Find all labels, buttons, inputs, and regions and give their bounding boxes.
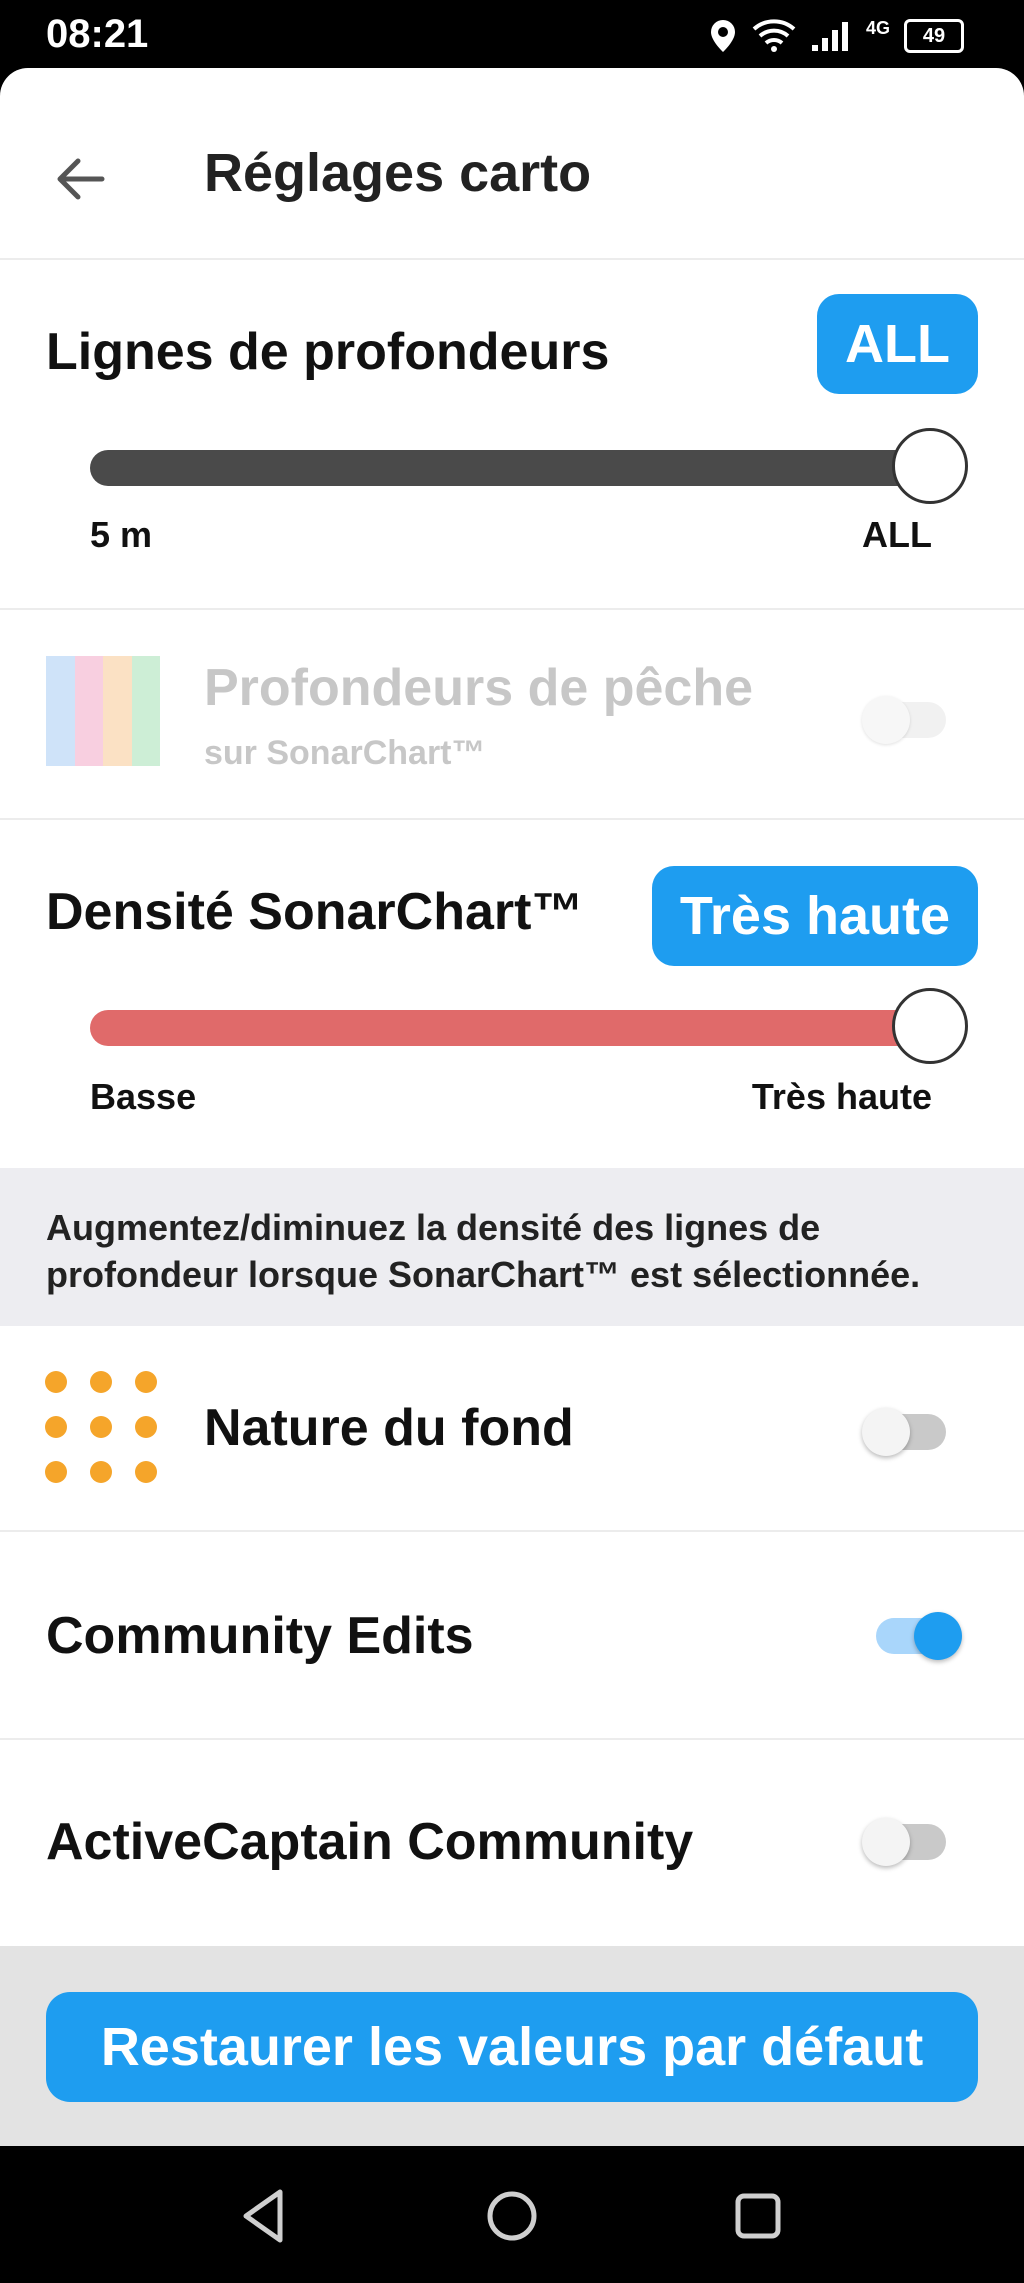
- toggle-knob: [862, 1818, 910, 1866]
- community-edits-toggle[interactable]: [876, 1612, 962, 1660]
- dots-grid-icon: [45, 1371, 157, 1483]
- sonar-density-thumb[interactable]: [892, 988, 968, 1064]
- swatch-pink: [74, 656, 103, 766]
- nav-home-icon[interactable]: [480, 2184, 544, 2248]
- depth-lines-slider[interactable]: [90, 428, 968, 504]
- depth-lines-track[interactable]: [90, 450, 930, 486]
- activecaptain-label: ActiveCaptain Community: [46, 1813, 694, 1871]
- depth-lines-max-label: ALL: [862, 514, 932, 555]
- fishing-depth-row: Profondeurs de pêche sur SonarChart™: [0, 610, 1024, 820]
- settings-page: Réglages carto Lignes de profondeurs ALL…: [0, 68, 1024, 2146]
- sonar-density-track[interactable]: [90, 1010, 930, 1046]
- toggle-knob: [862, 1408, 910, 1456]
- swatch-blue: [46, 656, 75, 766]
- depth-lines-min-label: 5 m: [90, 514, 153, 555]
- sonar-density-min-label: Basse: [90, 1076, 197, 1117]
- page-title: Réglages carto: [204, 143, 592, 203]
- footer-band: Restaurer les valeurs par défaut: [0, 1946, 1024, 2146]
- status-bar: 08:21 4G 49: [0, 0, 1024, 68]
- depth-lines-badge[interactable]: ALL: [817, 294, 978, 394]
- fishing-depth-toggle[interactable]: [862, 696, 946, 744]
- community-edits-row: Community Edits: [0, 1532, 1024, 1740]
- activecaptain-row: ActiveCaptain Community: [0, 1740, 1024, 1946]
- system-nav-bar: [0, 2146, 1024, 2283]
- back-arrow-icon[interactable]: [52, 152, 106, 206]
- density-info-text: Augmentez/diminuez la densité des lignes…: [0, 1168, 1024, 1326]
- community-edits-label: Community Edits: [46, 1607, 474, 1665]
- network-type: 4G: [865, 17, 890, 38]
- bottom-nature-label: Nature du fond: [204, 1399, 574, 1457]
- signal-icon: [811, 22, 848, 51]
- sonar-density-max-label: Très haute: [751, 1076, 932, 1117]
- depth-lines-section: Lignes de profondeurs ALL 5 m ALL: [0, 260, 1024, 610]
- activecaptain-toggle[interactable]: [862, 1818, 946, 1866]
- restore-defaults-button[interactable]: Restaurer les valeurs par défaut: [46, 1992, 978, 2102]
- sonar-density-title: Densité SonarChart™: [46, 883, 584, 941]
- battery-icon: 49: [904, 19, 964, 53]
- fishing-depth-title: Profondeurs de pêche: [204, 659, 753, 717]
- swatch-orange: [103, 656, 132, 766]
- sonar-density-badge[interactable]: Très haute: [651, 866, 978, 966]
- fishing-depth-swatch: [46, 656, 160, 766]
- depth-lines-title: Lignes de profondeurs: [46, 323, 610, 381]
- app-header: Réglages carto: [0, 68, 1024, 260]
- fishing-depth-subtitle: sur SonarChart™: [204, 734, 486, 772]
- battery-level: 49: [922, 24, 946, 47]
- wifi-icon: [752, 19, 796, 52]
- status-time: 08:21: [46, 12, 149, 56]
- nav-back-icon[interactable]: [232, 2184, 296, 2248]
- bottom-nature-row: Nature du fond: [0, 1326, 1024, 1532]
- depth-lines-thumb[interactable]: [892, 428, 968, 504]
- nav-recents-icon[interactable]: [726, 2184, 790, 2248]
- bottom-nature-toggle[interactable]: [862, 1408, 946, 1456]
- status-icons: 4G 49: [708, 14, 964, 58]
- toggle-knob: [862, 696, 910, 744]
- swatch-green: [131, 656, 160, 766]
- sonar-density-slider[interactable]: [90, 988, 968, 1064]
- toggle-knob: [914, 1612, 962, 1660]
- location-icon: [710, 20, 735, 52]
- sonar-density-section: Densité SonarChart™ Très haute Basse Trè…: [0, 820, 1024, 1168]
